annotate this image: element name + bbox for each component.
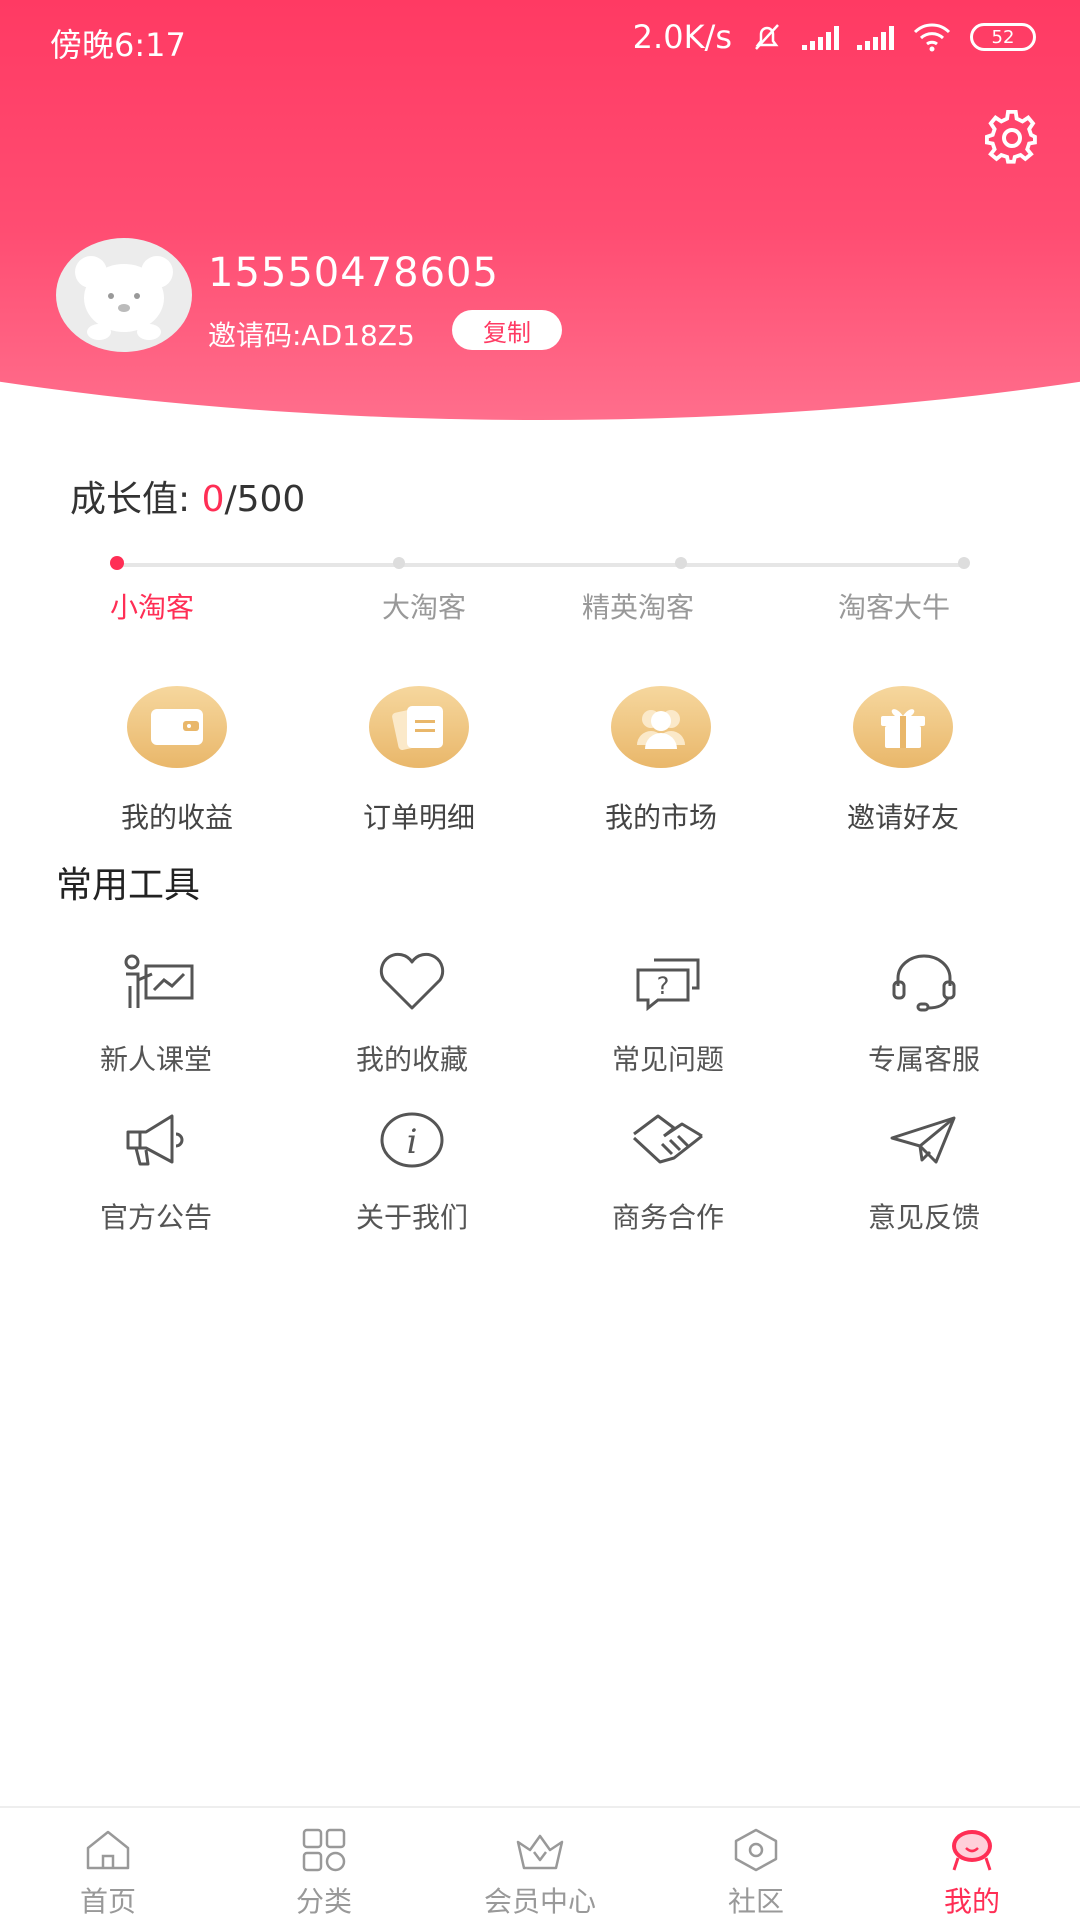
phone-number: 15550478605 (208, 250, 499, 296)
order-list-icon (369, 686, 469, 768)
signal-icon (857, 24, 894, 50)
heart-icon (379, 952, 445, 1010)
crown-icon (516, 1834, 564, 1870)
quick-label: 我的收益 (120, 801, 233, 834)
section-title-tools: 常用工具 (56, 865, 201, 906)
gear-icon[interactable] (984, 110, 1040, 166)
svg-text:i: i (407, 1122, 418, 1162)
grid-icon (302, 1828, 346, 1872)
copy-button[interactable]: 复制 (452, 310, 562, 350)
level-label-1: 小淘客 (110, 591, 195, 624)
growth-track (116, 563, 966, 567)
avatar[interactable] (56, 238, 192, 352)
tool-label: 意见反馈 (867, 1201, 980, 1234)
level-dot (675, 557, 687, 569)
teacher-board-icon (124, 954, 194, 1008)
question-chat-icon: ? (636, 958, 700, 1012)
battery-level: 52 (991, 26, 1015, 48)
mute-bell-icon (755, 24, 779, 50)
level-dot (958, 557, 970, 569)
profile-face-icon (952, 1830, 992, 1871)
nav-home[interactable]: 首页 (0, 1808, 216, 1920)
level-dot-active (110, 556, 124, 570)
nav-label: 分类 (295, 1885, 352, 1918)
bear-avatar-icon (75, 256, 173, 340)
growth-value: 成长值: 0/500 (70, 470, 305, 522)
nav-label: 社区 (727, 1885, 784, 1918)
svg-text:?: ? (657, 972, 670, 1000)
tool-label: 新人课堂 (99, 1043, 212, 1076)
nav-member-center[interactable]: 会员中心 (432, 1808, 648, 1920)
level-label-2: 大淘客 (382, 591, 467, 624)
level-label-4: 淘客大牛 (838, 591, 951, 624)
handshake-icon (632, 1114, 703, 1164)
tool-customer-service[interactable]: 专属客服 (824, 952, 1024, 1078)
tool-my-favorites[interactable]: 我的收藏 (312, 952, 512, 1078)
tool-label: 专属客服 (867, 1043, 980, 1076)
signal-icon (802, 24, 839, 50)
level-label-3: 精英淘客 (582, 591, 695, 624)
nav-community[interactable]: 社区 (648, 1808, 864, 1920)
tool-about-us[interactable]: i 关于我们 (312, 1110, 512, 1236)
quick-label: 我的市场 (604, 801, 717, 834)
quick-my-earnings[interactable]: 我的收益 (77, 686, 277, 836)
home-icon (86, 1830, 130, 1870)
quick-invite-friends[interactable]: 邀请好友 (803, 686, 1003, 836)
tool-label: 官方公告 (99, 1201, 212, 1234)
tool-business-cooperation[interactable]: 商务合作 (568, 1110, 768, 1236)
users-icon (611, 686, 711, 768)
growth-total: /500 (224, 479, 306, 520)
nav-label: 我的 (943, 1885, 1000, 1918)
tool-label: 我的收藏 (355, 1043, 468, 1076)
nav-label: 首页 (79, 1885, 136, 1918)
wifi-icon (913, 23, 951, 52)
nav-mine[interactable]: 我的 (864, 1808, 1080, 1920)
status-bar: 傍晚6:17 2.0K/s 52 (0, 0, 1080, 80)
quick-label: 邀请好友 (846, 801, 959, 834)
growth-current: 0 (201, 479, 225, 520)
quick-order-details[interactable]: 订单明细 (319, 686, 519, 836)
growth-label: 成长值: (70, 479, 202, 520)
wallet-icon (127, 686, 227, 768)
info-icon: i (380, 1112, 444, 1168)
nav-label: 会员中心 (483, 1885, 596, 1918)
invite-code: 邀请码:AD18Z5 (208, 319, 415, 352)
nav-category[interactable]: 分类 (216, 1808, 432, 1920)
headset-icon (892, 954, 956, 1012)
tool-label: 商务合作 (611, 1201, 724, 1234)
quick-label: 订单明细 (362, 801, 475, 834)
battery-icon: 52 (970, 23, 1036, 51)
network-speed: 2.0K/s (632, 18, 732, 56)
status-time: 傍晚6:17 (50, 26, 186, 64)
tool-newbie-class[interactable]: 新人课堂 (56, 952, 256, 1078)
gift-icon (853, 686, 953, 768)
hexagon-icon (734, 1828, 778, 1872)
bottom-nav: 首页 分类 会员中心 社区 我的 (0, 1806, 1080, 1920)
tool-feedback[interactable]: 意见反馈 (824, 1110, 1024, 1236)
megaphone-icon (126, 1114, 184, 1166)
quick-my-market[interactable]: 我的市场 (561, 686, 761, 836)
tool-announcements[interactable]: 官方公告 (56, 1110, 256, 1236)
tool-label: 常见问题 (611, 1043, 724, 1076)
paper-plane-icon (890, 1116, 956, 1164)
status-indicators: 2.0K/s 52 (633, 18, 1036, 56)
tool-faq[interactable]: ? 常见问题 (568, 952, 768, 1078)
level-dot (393, 557, 405, 569)
tool-label: 关于我们 (355, 1201, 468, 1234)
